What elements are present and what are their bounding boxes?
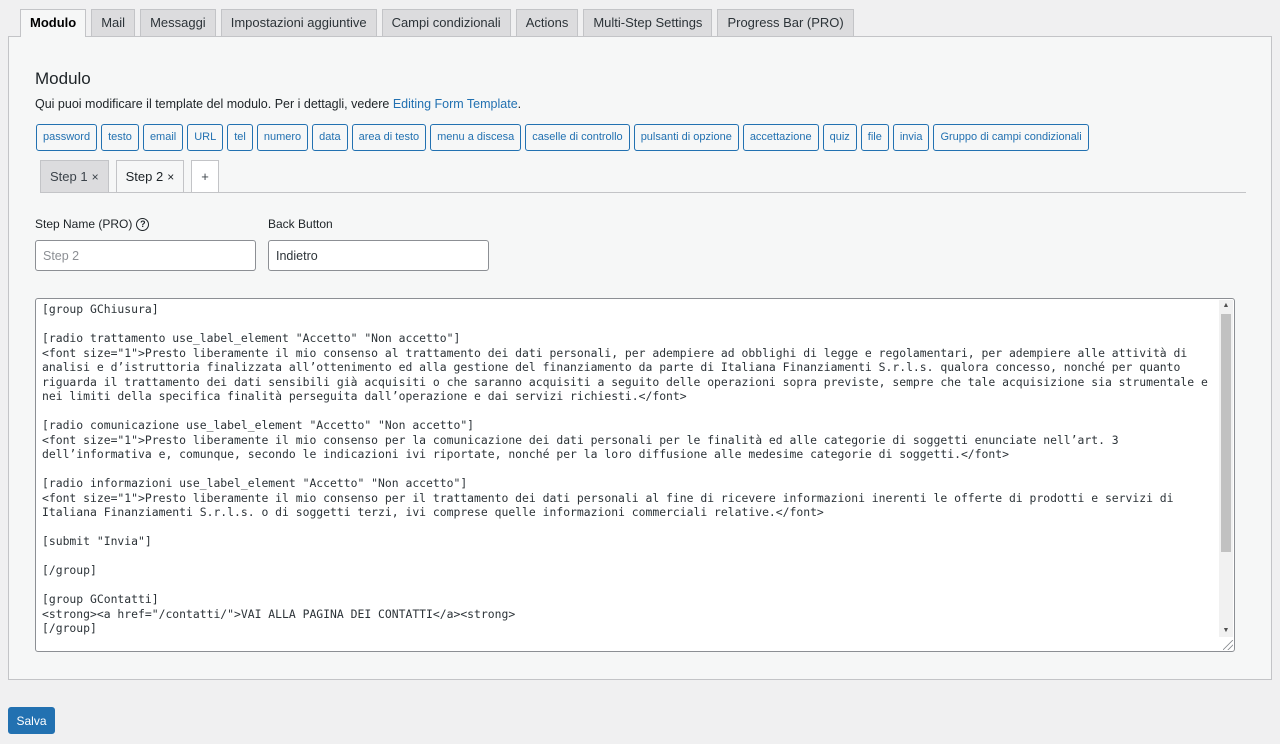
form-panel: Modulo Qui puoi modificare il template d… bbox=[8, 36, 1272, 680]
tag-pulsanti-di-opzione-button[interactable]: pulsanti di opzione bbox=[633, 124, 739, 151]
tag-url-button[interactable]: URL bbox=[187, 124, 224, 151]
step-tab-label: Step 1 bbox=[50, 169, 88, 184]
step-tab-1[interactable]: Step 1 × bbox=[40, 160, 109, 193]
back-button-input[interactable] bbox=[268, 240, 489, 271]
close-icon[interactable]: × bbox=[167, 170, 174, 184]
panel-description: Qui puoi modificare il template del modu… bbox=[35, 97, 521, 111]
scroll-down-icon[interactable]: ▼ bbox=[1219, 625, 1233, 637]
tab-multi-step-settings[interactable]: Multi-Step Settings bbox=[583, 9, 713, 36]
back-button-label: Back Button bbox=[268, 217, 333, 231]
tab-actions[interactable]: Actions bbox=[515, 9, 579, 36]
description-end: . bbox=[517, 97, 522, 111]
help-icon[interactable]: ? bbox=[136, 217, 150, 231]
tag-email-button[interactable]: email bbox=[142, 124, 184, 151]
tag-testo-button[interactable]: testo bbox=[101, 124, 139, 151]
panel-title: Modulo bbox=[35, 69, 91, 88]
tab-mail[interactable]: Mail bbox=[91, 9, 136, 36]
tag-quiz-button[interactable]: quiz bbox=[822, 124, 857, 151]
tag-tel-button[interactable]: tel bbox=[227, 124, 253, 151]
description-text: Qui puoi modificare il template del modu… bbox=[35, 97, 393, 111]
tag-file-button[interactable]: file bbox=[860, 124, 889, 151]
form-template-editor[interactable]: [group GChiusura] [radio trattamento use… bbox=[35, 298, 1235, 652]
tag-data-button[interactable]: data bbox=[312, 124, 348, 151]
step-name-input[interactable] bbox=[35, 240, 256, 271]
tag-gruppo-campi-condizionali-button[interactable]: Gruppo di campi condizionali bbox=[933, 124, 1089, 151]
add-step-button[interactable]: + bbox=[191, 160, 219, 193]
tag-caselle-di-controllo-button[interactable]: caselle di controllo bbox=[525, 124, 630, 151]
close-icon[interactable]: × bbox=[92, 170, 99, 184]
tab-progress-bar[interactable]: Progress Bar (PRO) bbox=[717, 9, 854, 36]
step-tab-label: Step 2 bbox=[125, 169, 164, 184]
tag-generator-buttons: password testo email URL tel numero data… bbox=[36, 124, 1089, 151]
editing-form-template-link[interactable]: Editing Form Template bbox=[393, 97, 518, 111]
scroll-up-icon[interactable]: ▲ bbox=[1219, 300, 1233, 312]
tab-messaggi[interactable]: Messaggi bbox=[140, 9, 216, 36]
tag-accettazione-button[interactable]: accettazione bbox=[742, 124, 819, 151]
save-button[interactable]: Salva bbox=[8, 707, 55, 734]
resize-handle-icon[interactable] bbox=[1223, 640, 1233, 650]
tag-password-button[interactable]: password bbox=[36, 124, 98, 151]
tab-campi-condizionali[interactable]: Campi condizionali bbox=[381, 9, 511, 36]
divider bbox=[40, 192, 1246, 193]
tag-menu-a-discesa-button[interactable]: menu a discesa bbox=[430, 124, 522, 151]
tag-invia-button[interactable]: invia bbox=[892, 124, 930, 151]
scroll-thumb[interactable] bbox=[1221, 314, 1231, 552]
step-tab-2[interactable]: Step 2 × bbox=[115, 160, 185, 193]
step-tabs: Step 1 × Step 2 × + bbox=[40, 160, 219, 193]
tag-numero-button[interactable]: numero bbox=[256, 124, 309, 151]
tab-impostazioni-aggiuntive[interactable]: Impostazioni aggiuntive bbox=[220, 9, 377, 36]
tab-modulo[interactable]: Modulo bbox=[20, 9, 87, 37]
editor-scrollbar[interactable]: ▲ ▼ bbox=[1219, 300, 1233, 637]
form-editor-tabs: Modulo Mail Messaggi Impostazioni aggiun… bbox=[20, 9, 854, 37]
step-name-label: Step Name (PRO) ? bbox=[35, 217, 150, 231]
step-name-label-text: Step Name (PRO) bbox=[35, 217, 133, 231]
form-template-content[interactable]: [group GChiusura] [radio trattamento use… bbox=[36, 299, 1234, 636]
tag-area-di-testo-button[interactable]: area di testo bbox=[351, 124, 427, 151]
